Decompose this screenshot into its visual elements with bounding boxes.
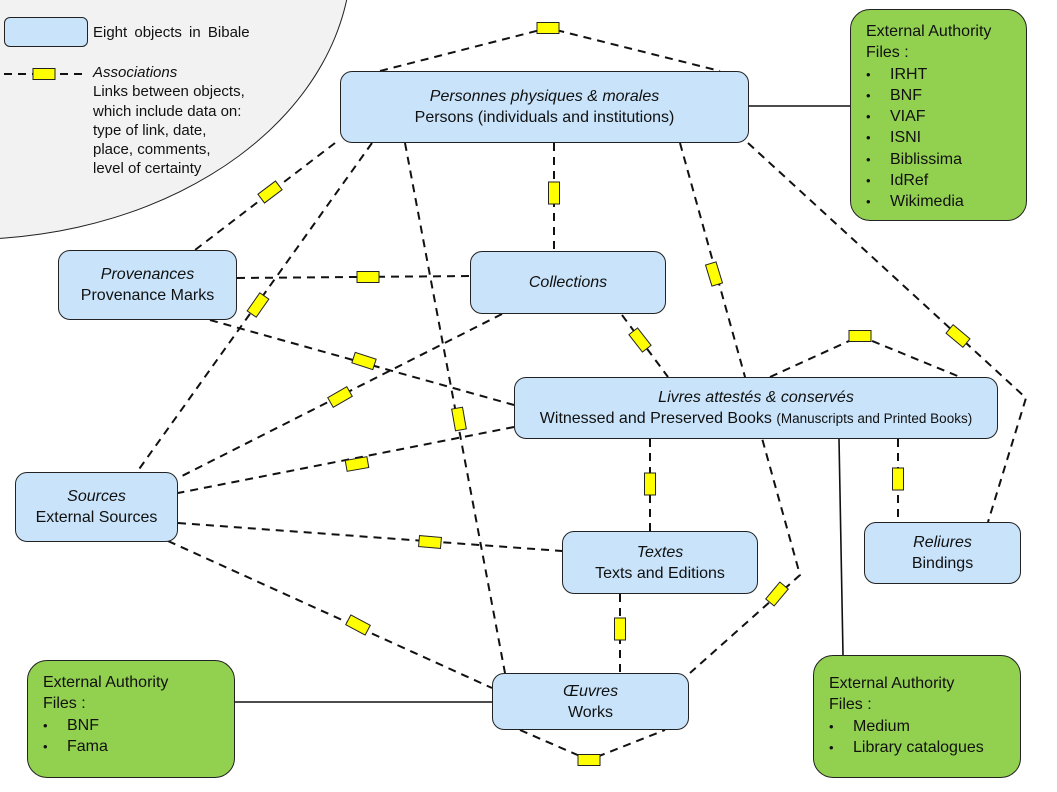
persons-collections-association-marker[interactable] bbox=[548, 181, 560, 205]
collections-sources-association-marker[interactable] bbox=[327, 386, 353, 408]
collections-books-association-marker[interactable] bbox=[628, 327, 652, 353]
external-file-item: BNF bbox=[866, 85, 1026, 107]
node-reliures-en: Bindings bbox=[911, 555, 974, 572]
node-books-en-line: Witnessed and Preserved Books (Manuscrip… bbox=[540, 408, 972, 429]
external-file-item: Library catalogues bbox=[829, 737, 1020, 759]
persons-reliures-association-marker[interactable] bbox=[945, 324, 971, 348]
sources-textes-association-line[interactable] bbox=[177, 522, 563, 552]
external-file-item: ISNI bbox=[866, 127, 1026, 149]
node-textes-en: Texts and Editions bbox=[595, 564, 725, 582]
external-file-item: IRHT bbox=[866, 64, 1026, 86]
node-oeuvres-fr: Œuvres bbox=[562, 682, 619, 700]
node-persons-en: Persons (individuals and institutions) bbox=[414, 109, 675, 126]
node-books-note: (Manuscripts and Printed Books) bbox=[776, 411, 973, 426]
node-reliures[interactable]: Reliures Bindings bbox=[864, 522, 1021, 584]
books-self-association-marker[interactable] bbox=[848, 330, 872, 342]
node-sources-fr: Sources bbox=[67, 488, 126, 505]
external-files-title: Files : bbox=[866, 44, 909, 62]
external-file-item: Fama bbox=[43, 736, 234, 758]
persons-provenances-association-marker[interactable] bbox=[257, 180, 283, 204]
node-textes[interactable]: Textes Texts and Editions bbox=[562, 531, 758, 594]
persons-textes-association-marker[interactable] bbox=[704, 261, 724, 287]
books-reliures-association-marker[interactable] bbox=[892, 467, 904, 491]
books-textes-association-marker[interactable] bbox=[644, 472, 656, 496]
persons-self-association-line[interactable] bbox=[379, 26, 721, 72]
node-reliures-fr: Reliures bbox=[913, 534, 972, 551]
external-files-title: Files : bbox=[829, 696, 872, 714]
legend-sample-association-marker[interactable] bbox=[32, 68, 56, 80]
external-file-item: Medium bbox=[829, 716, 1020, 738]
external-files-title: Files : bbox=[43, 695, 86, 713]
persons-textes-association-marker[interactable] bbox=[765, 581, 789, 607]
node-books-en: Witnessed and Preserved Books bbox=[539, 410, 772, 427]
node-collections-fr: Collections bbox=[528, 274, 608, 291]
external-file-item: Biblissima bbox=[866, 149, 1026, 171]
sources-oeuvres-association-marker[interactable] bbox=[345, 614, 371, 636]
provenances-collections-association-marker[interactable] bbox=[356, 271, 380, 283]
external-files-oeuvres[interactable]: External Authority Files : BNF Fama bbox=[27, 660, 235, 778]
node-persons[interactable]: Personnes physiques & morales Persons (i… bbox=[340, 71, 749, 143]
node-persons-fr: Personnes physiques & morales bbox=[429, 88, 660, 105]
node-sources[interactable]: Sources External Sources bbox=[15, 472, 178, 542]
node-textes-fr: Textes bbox=[636, 543, 684, 561]
node-books[interactable]: Livres attestés & conservés Witnessed an… bbox=[514, 377, 998, 439]
node-provenances[interactable]: Provenances Provenance Marks bbox=[58, 250, 237, 320]
external-files-title: External Authority bbox=[866, 23, 992, 40]
oeuvres-self-association-marker[interactable] bbox=[577, 754, 601, 766]
sources-textes-association-marker[interactable] bbox=[418, 535, 442, 549]
textes-oeuvres-association-marker[interactable] bbox=[614, 617, 626, 641]
external-file-item: Wikimedia bbox=[866, 191, 1026, 213]
books-external-link bbox=[838, 438, 844, 656]
node-provenances-fr: Provenances bbox=[100, 266, 195, 283]
external-files-title: External Authority bbox=[43, 674, 169, 691]
persons-sources-association-marker[interactable] bbox=[246, 292, 270, 318]
node-books-fr: Livres attestés & conservés bbox=[658, 389, 854, 406]
persons-oeuvres-association-marker[interactable] bbox=[451, 406, 467, 432]
external-file-item: BNF bbox=[43, 715, 234, 737]
node-oeuvres[interactable]: Œuvres Works bbox=[492, 673, 689, 730]
node-provenances-en: Provenance Marks bbox=[80, 287, 215, 304]
persons-self-association-marker[interactable] bbox=[536, 22, 560, 34]
external-file-item: VIAF bbox=[866, 106, 1026, 128]
provenances-books-association-marker[interactable] bbox=[351, 351, 377, 371]
node-sources-en: External Sources bbox=[35, 509, 158, 526]
node-collections[interactable]: Collections bbox=[470, 251, 666, 314]
external-files-persons[interactable]: External Authority Files : IRHT BNF VIAF… bbox=[850, 9, 1027, 221]
external-files-title: External Authority bbox=[829, 675, 955, 692]
provenances-collections-association-line[interactable] bbox=[236, 275, 471, 279]
books-self-association-line[interactable] bbox=[769, 334, 961, 378]
external-file-item: IdRef bbox=[866, 170, 1026, 192]
node-oeuvres-en: Works bbox=[567, 703, 614, 721]
persons-oeuvres-association-line[interactable] bbox=[404, 142, 506, 674]
external-files-books[interactable]: External Authority Files : Medium Librar… bbox=[813, 655, 1021, 778]
